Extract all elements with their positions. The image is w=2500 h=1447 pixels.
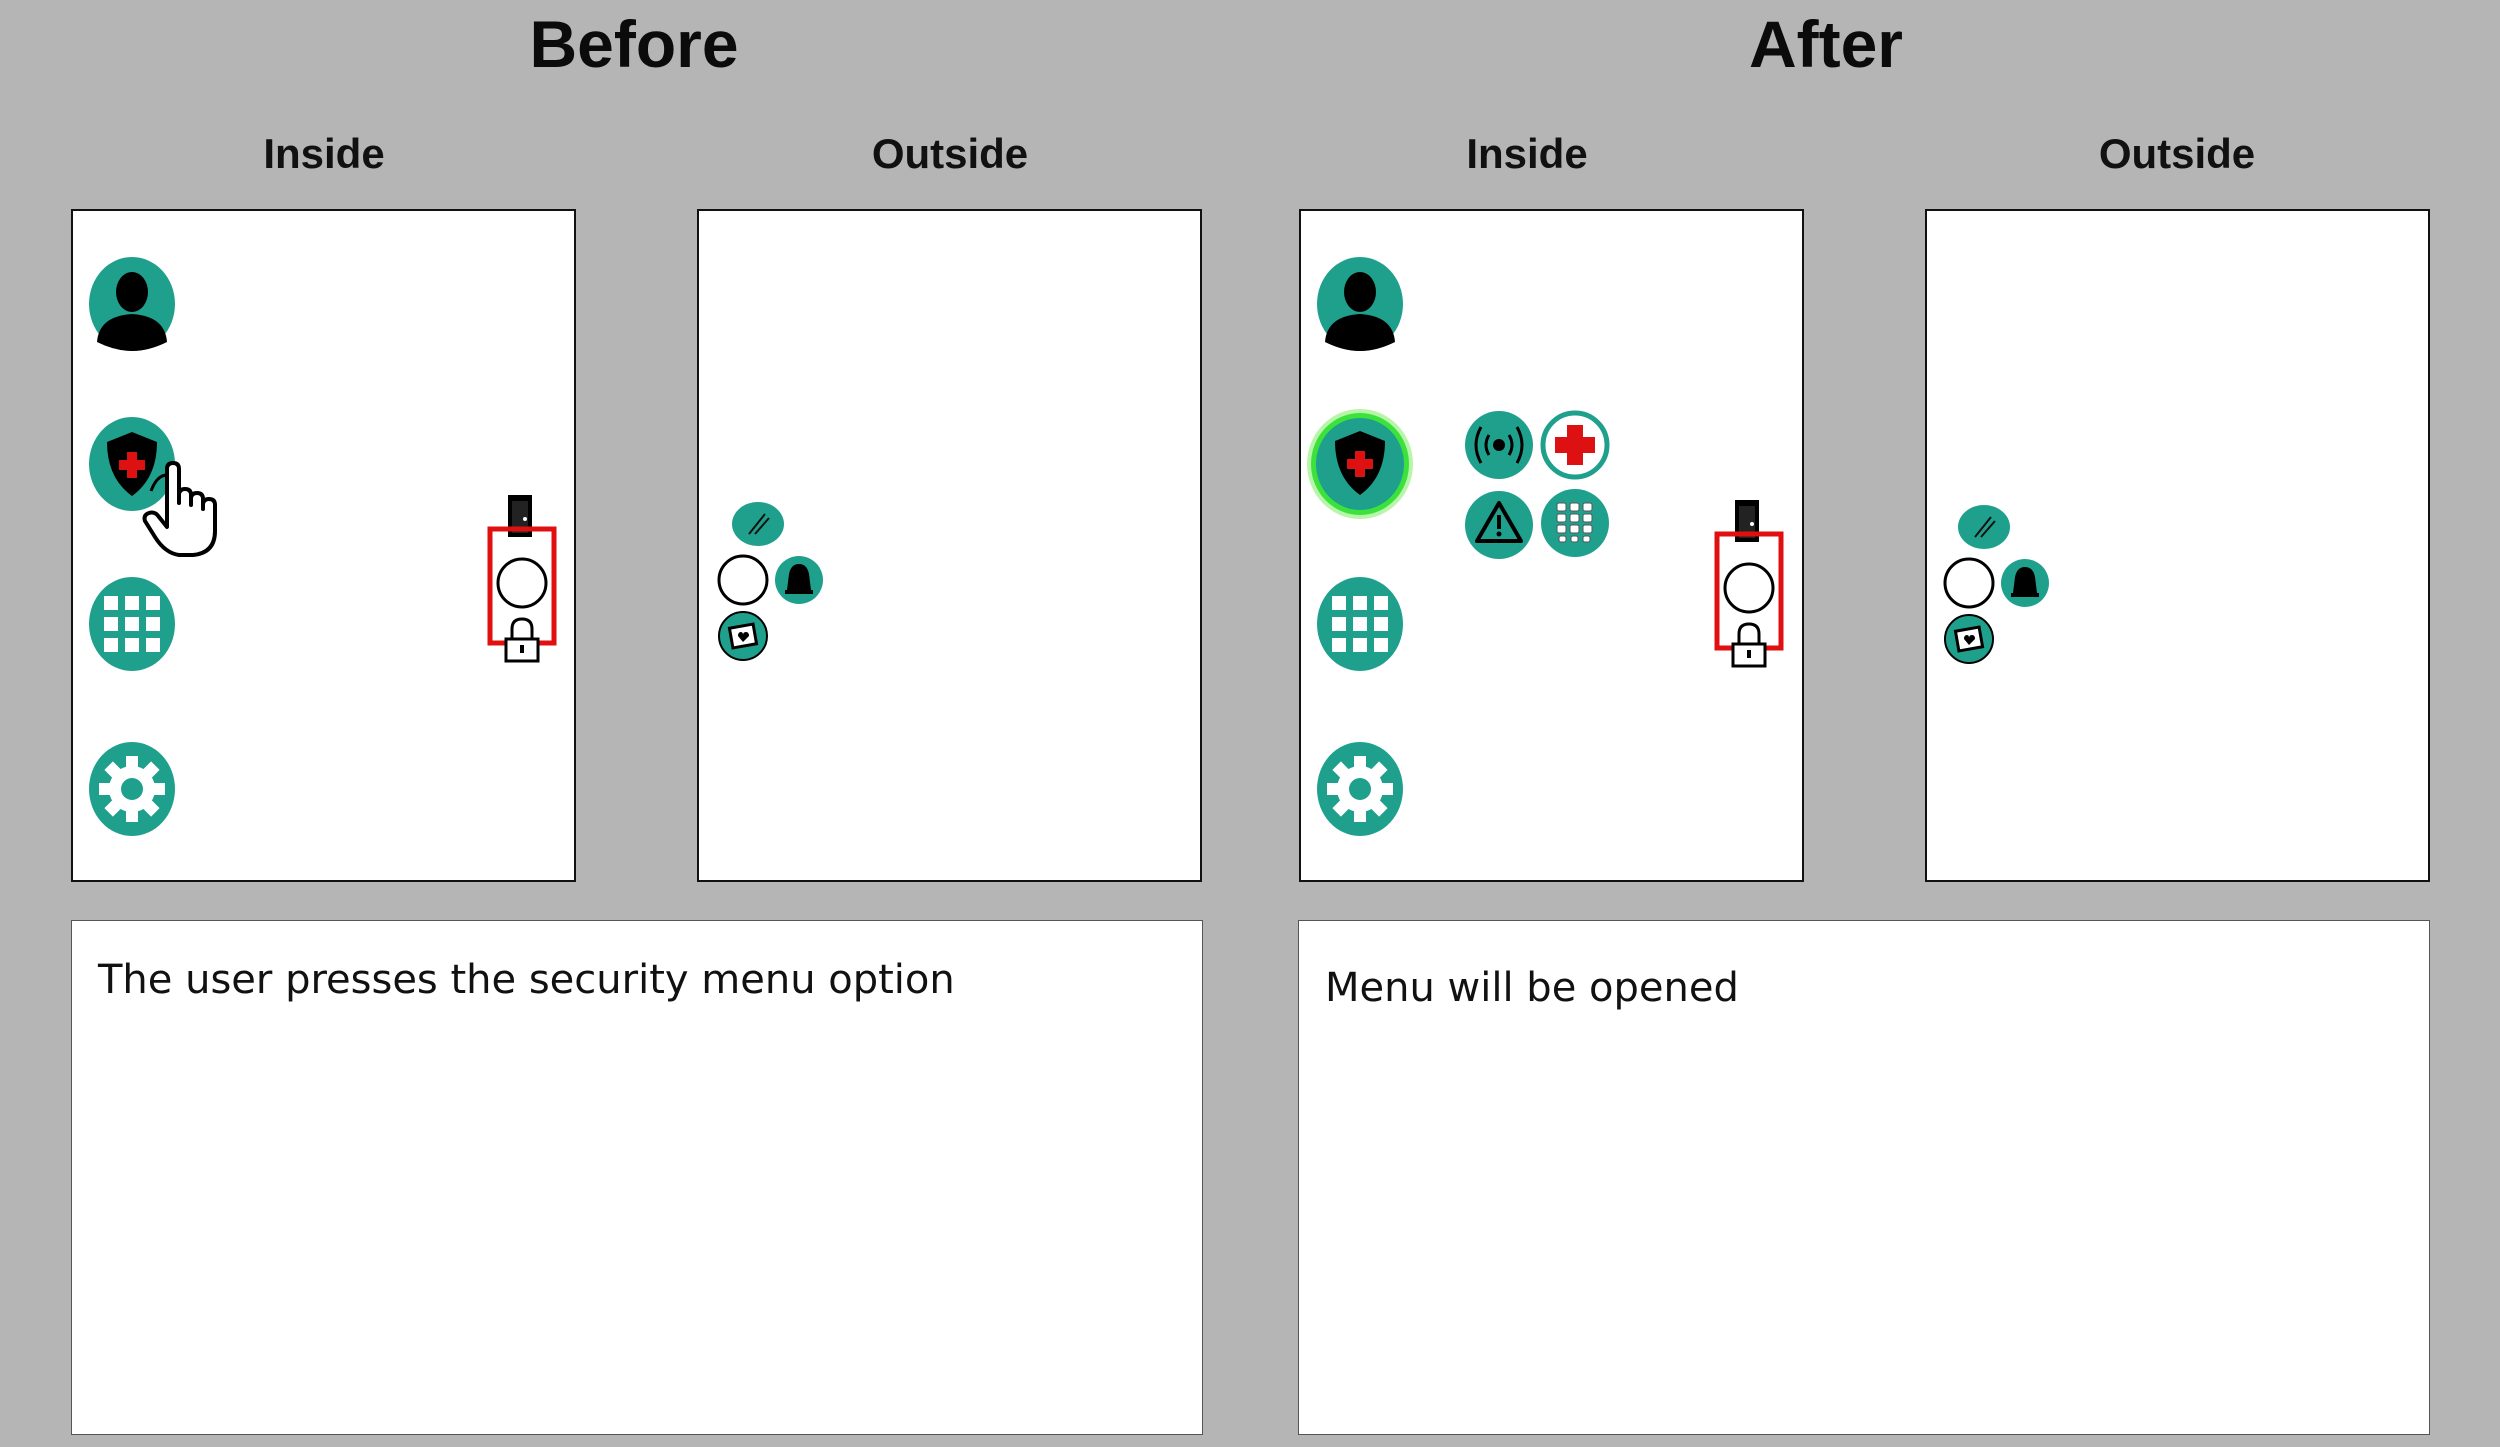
doorbell-button-icon [717, 554, 769, 606]
hand-pointer-icon [142, 461, 217, 557]
after-inside-panel [1299, 209, 1804, 882]
before-description-box: The user presses the security menu optio… [71, 920, 1203, 1435]
door-cluster [1714, 500, 1784, 668]
outside-cluster [1943, 505, 2049, 664]
camera-icon [732, 502, 784, 546]
grid-apps-icon[interactable] [87, 576, 177, 672]
outside-cluster [717, 502, 823, 661]
before-outside-panel [697, 209, 1202, 882]
gear-icon[interactable] [87, 741, 177, 837]
doorbell-button-icon [1943, 557, 1995, 609]
gear-icon[interactable] [1315, 741, 1405, 837]
camera-icon [1958, 505, 2010, 549]
after-title: After [1748, 7, 1903, 81]
ring-button-icon [496, 557, 548, 609]
after-outside-panel [1925, 209, 2430, 882]
keypad-icon [1541, 489, 1609, 557]
medical-cross-icon [1540, 410, 1610, 480]
door-cluster [487, 495, 557, 663]
security-submenu [1465, 410, 1610, 559]
after-inside-label: Inside [1466, 130, 1588, 177]
bell-icon [2001, 559, 2049, 607]
person-icon[interactable] [87, 256, 177, 352]
before-description: The user presses the security menu optio… [98, 957, 955, 1003]
before-title: Before [529, 7, 739, 81]
ring-button-icon [1723, 562, 1775, 614]
before-outside-label: Outside [871, 130, 1029, 177]
lock-icon [1731, 622, 1767, 668]
warning-triangle-icon [1465, 491, 1533, 559]
intercom-icon [718, 611, 768, 661]
security-shield-icon-active[interactable] [1305, 407, 1415, 521]
bell-icon [775, 556, 823, 604]
grid-apps-icon[interactable] [1315, 576, 1405, 672]
person-icon[interactable] [1315, 256, 1405, 352]
after-outside-label: Outside [2098, 130, 2256, 177]
after-description-box: Menu will be opened [1298, 920, 2430, 1435]
before-inside-panel [71, 209, 576, 882]
after-description: Menu will be opened [1325, 965, 1739, 1011]
lock-icon [504, 617, 540, 663]
before-inside-label: Inside [263, 130, 385, 177]
alarm-broadcast-icon [1465, 411, 1533, 479]
intercom-icon [1944, 614, 1994, 664]
